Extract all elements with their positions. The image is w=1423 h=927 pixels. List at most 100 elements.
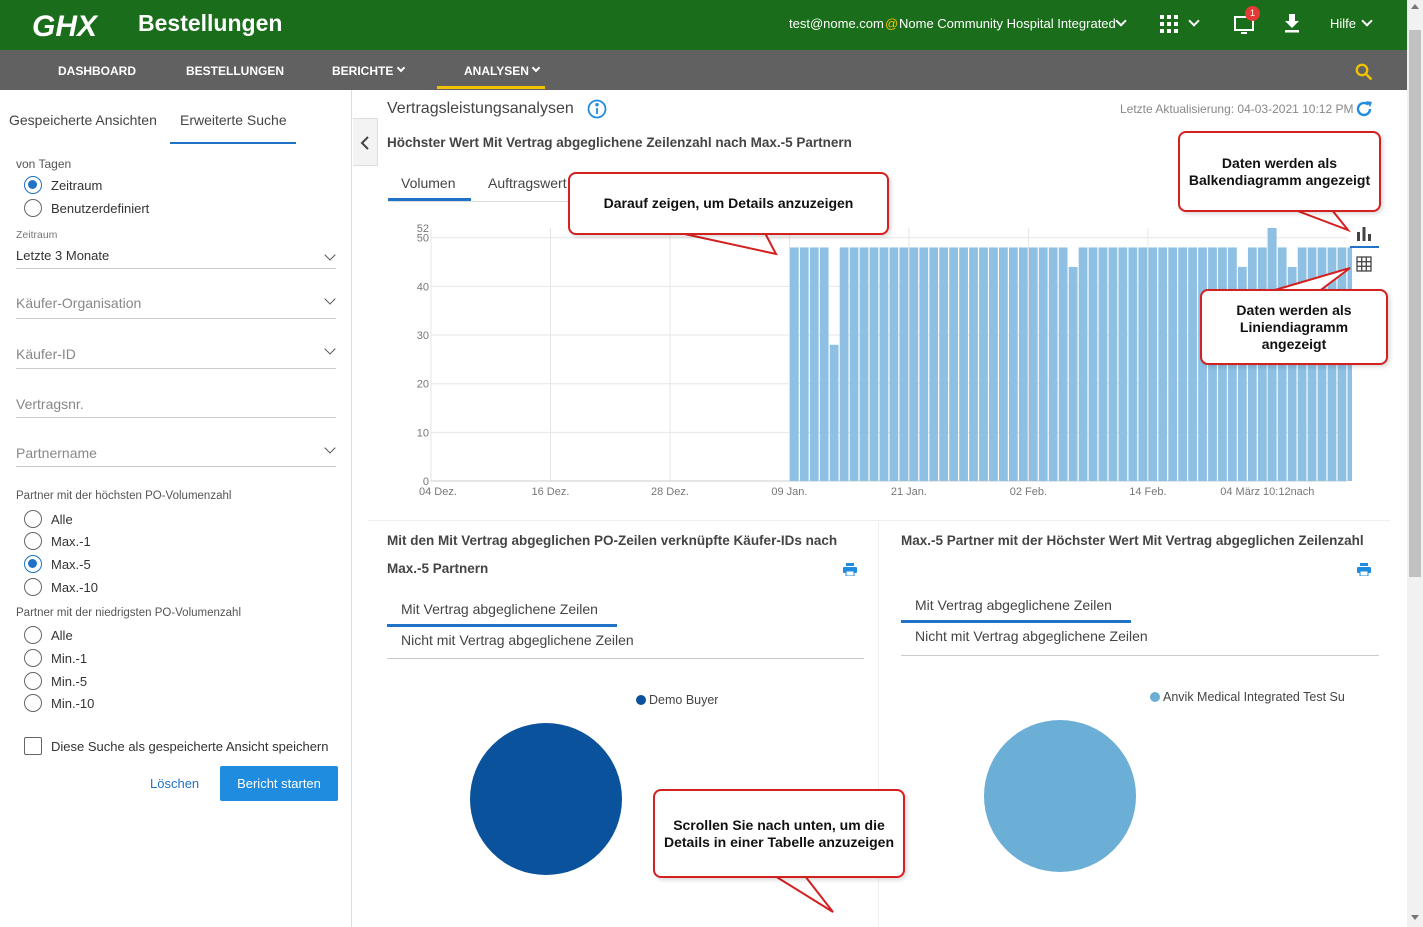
chart-bar[interactable] bbox=[1068, 266, 1078, 481]
org-chevron-down-icon[interactable] bbox=[1115, 15, 1127, 27]
right-legend-label[interactable]: Anvik Medical Integrated Test Su bbox=[1163, 690, 1347, 704]
chart-bar[interactable] bbox=[969, 247, 978, 481]
chart-bar[interactable] bbox=[1158, 247, 1168, 481]
chart-bar[interactable] bbox=[859, 247, 869, 481]
left-tab-matched-lines[interactable]: Mit Vertrag abgeglichene Zeilen bbox=[401, 601, 598, 617]
chart-bar[interactable] bbox=[879, 247, 889, 481]
contract-number-input[interactable]: Vertragsnr. bbox=[16, 396, 84, 412]
buyer-id-select[interactable]: Käufer-ID bbox=[16, 346, 76, 362]
nav-reports[interactable]: BERICHTE bbox=[332, 64, 393, 78]
radio-lowest-min1[interactable] bbox=[24, 649, 42, 667]
tab-order-value[interactable]: Auftragswert bbox=[488, 175, 570, 191]
chart-bar[interactable] bbox=[819, 247, 829, 481]
chart-bar[interactable] bbox=[1098, 247, 1108, 481]
chart-bar[interactable] bbox=[899, 247, 909, 481]
chart-bar[interactable] bbox=[1178, 247, 1187, 481]
radio-lowest-all[interactable] bbox=[24, 626, 42, 644]
partner-name-chevron-down-icon[interactable] bbox=[324, 442, 336, 454]
radio-highest-max10[interactable] bbox=[24, 578, 42, 596]
chart-bar[interactable] bbox=[1088, 247, 1098, 481]
radio-lowest-min10[interactable] bbox=[24, 694, 42, 712]
run-report-button[interactable]: Bericht starten bbox=[220, 766, 338, 801]
chart-bar[interactable] bbox=[949, 247, 958, 481]
apps-grid-icon[interactable] bbox=[1160, 15, 1178, 33]
chart-bar[interactable] bbox=[909, 247, 919, 481]
chart-bar[interactable] bbox=[919, 247, 929, 481]
chart-bar[interactable] bbox=[999, 247, 1008, 481]
radio-highest-max5[interactable] bbox=[24, 555, 42, 573]
nav-orders[interactable]: BESTELLUNGEN bbox=[186, 64, 284, 78]
right-pie-slice[interactable] bbox=[984, 720, 1136, 872]
chart-bar[interactable] bbox=[1188, 247, 1197, 481]
chart-bar[interactable] bbox=[1128, 247, 1138, 481]
left-pie-slice[interactable] bbox=[470, 723, 622, 875]
chart-bar[interactable] bbox=[929, 247, 939, 481]
bar-chart-view-icon[interactable] bbox=[1355, 226, 1373, 242]
analyses-chevron-down-icon[interactable] bbox=[531, 63, 541, 73]
chart-bar[interactable] bbox=[829, 344, 839, 481]
info-icon[interactable] bbox=[587, 99, 607, 119]
chart-bar[interactable] bbox=[1148, 247, 1158, 481]
chart-bar[interactable] bbox=[989, 247, 998, 481]
search-icon[interactable] bbox=[1355, 63, 1373, 81]
user-email[interactable]: test@nome.com bbox=[789, 16, 884, 31]
radio-lowest-min5[interactable] bbox=[24, 672, 42, 690]
help-chevron-down-icon[interactable] bbox=[1361, 15, 1373, 27]
download-icon[interactable] bbox=[1282, 12, 1302, 34]
tab-saved-views[interactable]: Gespeicherte Ansichten bbox=[9, 112, 157, 128]
chart-bar[interactable] bbox=[789, 247, 799, 481]
collapse-sidebar-button[interactable] bbox=[353, 118, 378, 166]
left-print-icon[interactable] bbox=[843, 563, 857, 576]
chart-bar[interactable] bbox=[1008, 247, 1018, 481]
organization-name[interactable]: Nome Community Hospital Integrated bbox=[899, 16, 1116, 31]
left-legend-label[interactable]: Demo Buyer bbox=[649, 693, 718, 707]
chart-bar[interactable] bbox=[809, 247, 819, 481]
chart-bar[interactable] bbox=[1118, 247, 1128, 481]
nav-dashboard[interactable]: DASHBOARD bbox=[58, 64, 136, 78]
radio-custom[interactable] bbox=[24, 199, 42, 217]
chart-bar[interactable] bbox=[959, 247, 968, 481]
table-view-icon[interactable] bbox=[1356, 256, 1372, 272]
chart-bar[interactable] bbox=[1168, 247, 1178, 481]
chart-bar[interactable] bbox=[1038, 247, 1048, 481]
buyer-id-chevron-down-icon[interactable] bbox=[324, 343, 336, 355]
right-tab-unmatched-lines[interactable]: Nicht mit Vertrag abgeglichene Zeilen bbox=[915, 628, 1148, 644]
chart-bar[interactable] bbox=[1048, 247, 1058, 481]
refresh-icon[interactable] bbox=[1354, 99, 1374, 119]
right-tab-matched-lines[interactable]: Mit Vertrag abgeglichene Zeilen bbox=[915, 597, 1112, 613]
right-print-icon[interactable] bbox=[1357, 563, 1371, 576]
chart-bar[interactable] bbox=[1138, 247, 1148, 481]
buyer-org-select[interactable]: Käufer-Organisation bbox=[16, 295, 141, 311]
reports-chevron-down-icon[interactable] bbox=[396, 63, 406, 73]
period-chevron-down-icon[interactable] bbox=[324, 249, 336, 261]
chart-bar[interactable] bbox=[939, 247, 949, 481]
chart-bar[interactable] bbox=[1018, 247, 1028, 481]
chart-bar[interactable] bbox=[839, 247, 849, 481]
apps-chevron-down-icon[interactable] bbox=[1188, 15, 1200, 27]
save-view-checkbox[interactable] bbox=[24, 737, 42, 755]
scroll-up-arrow-icon[interactable] bbox=[1411, 4, 1419, 9]
radio-highest-all[interactable] bbox=[24, 510, 42, 528]
buyer-org-chevron-down-icon[interactable] bbox=[324, 293, 336, 305]
ghx-logo[interactable]: GHX bbox=[30, 7, 126, 43]
period-select[interactable]: Letzte 3 Monate bbox=[16, 248, 109, 263]
scroll-down-arrow-icon[interactable] bbox=[1411, 915, 1419, 920]
chart-bar[interactable] bbox=[799, 247, 809, 481]
clear-button[interactable]: Löschen bbox=[150, 776, 199, 791]
partner-name-select[interactable]: Partnername bbox=[16, 445, 97, 461]
chart-bar[interactable] bbox=[849, 247, 859, 481]
radio-period[interactable] bbox=[24, 176, 42, 194]
tab-advanced-search[interactable]: Erweiterte Suche bbox=[180, 112, 287, 128]
chart-bar[interactable] bbox=[1078, 247, 1088, 481]
chart-bar[interactable] bbox=[889, 247, 899, 481]
scrollbar-thumb[interactable] bbox=[1409, 30, 1421, 577]
chart-bar[interactable] bbox=[1058, 247, 1068, 481]
left-tab-unmatched-lines[interactable]: Nicht mit Vertrag abgeglichene Zeilen bbox=[401, 632, 634, 648]
chart-bar[interactable] bbox=[1028, 247, 1038, 481]
chart-bar[interactable] bbox=[979, 247, 988, 481]
chart-bar[interactable] bbox=[869, 247, 879, 481]
nav-analyses[interactable]: ANALYSEN bbox=[464, 64, 529, 78]
chart-bar[interactable] bbox=[1108, 247, 1118, 481]
help-menu[interactable]: Hilfe bbox=[1330, 16, 1356, 31]
tab-volume[interactable]: Volumen bbox=[401, 175, 455, 191]
